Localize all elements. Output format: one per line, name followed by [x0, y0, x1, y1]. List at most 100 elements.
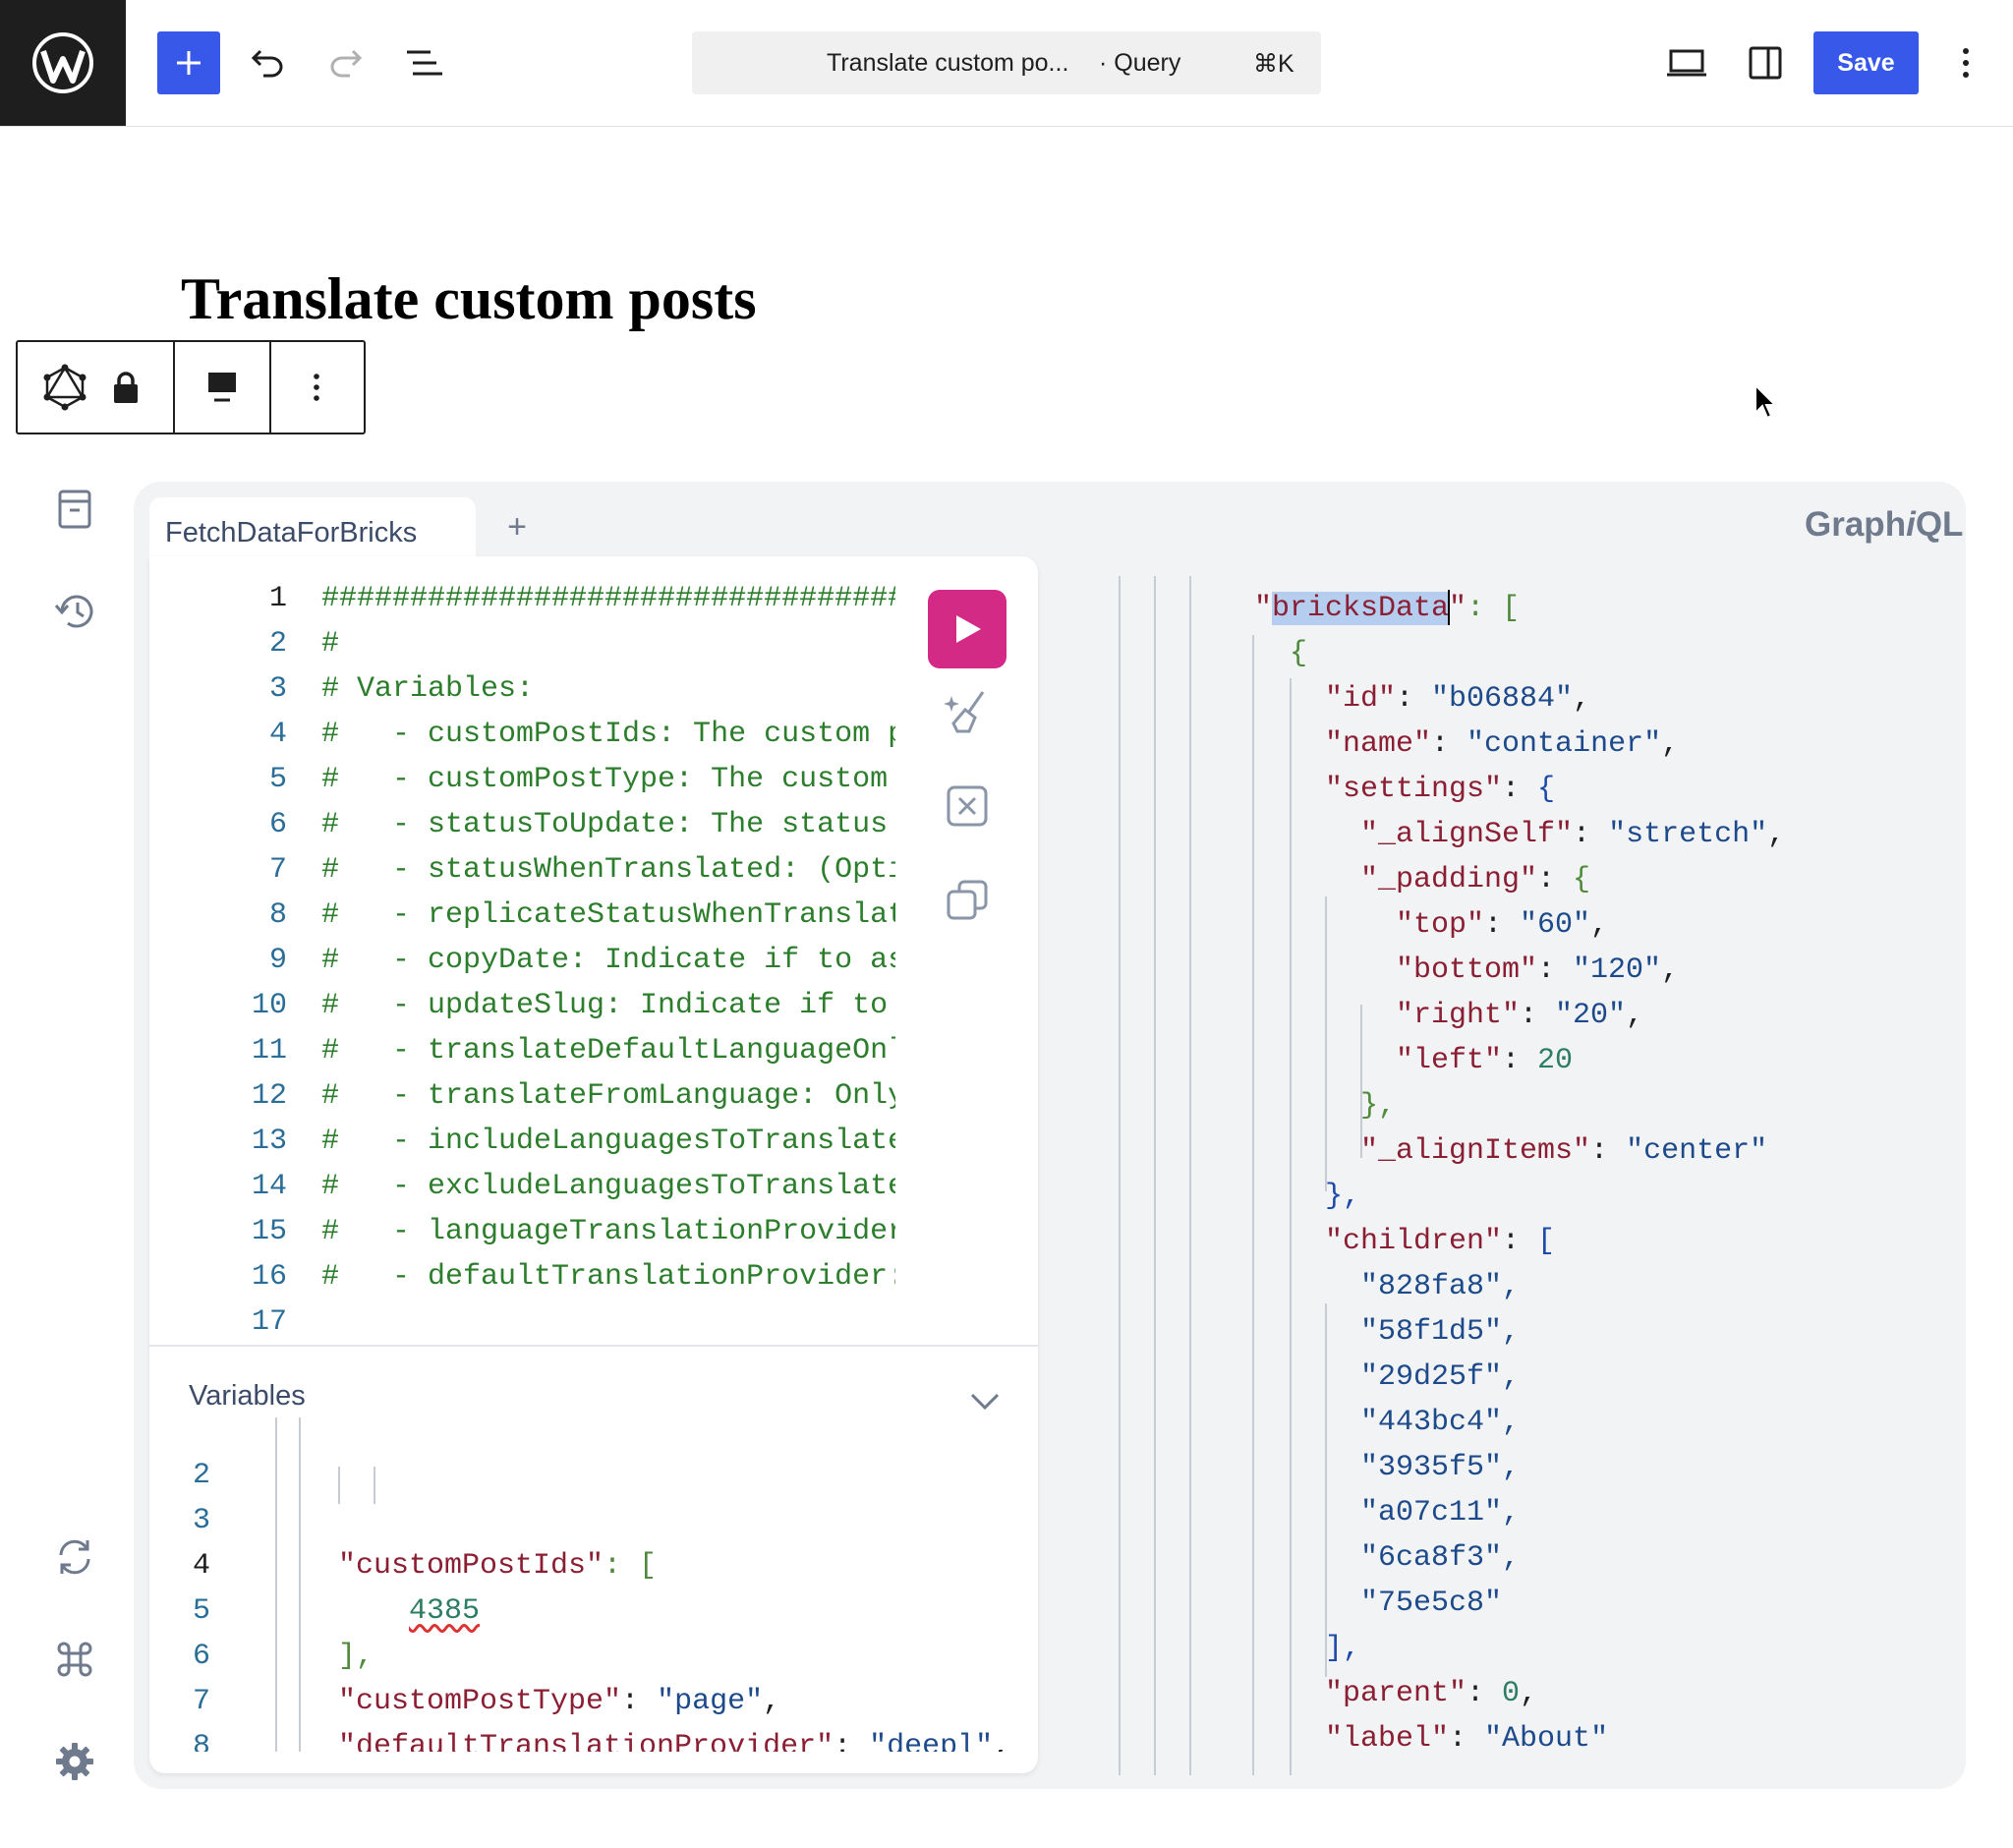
- indent-guide: [299, 1417, 301, 1752]
- code-comment: # - defaultTranslationProvider:: [321, 1260, 895, 1294]
- refresh-icon: [59, 1539, 90, 1575]
- page-title[interactable]: Translate custom posts: [181, 265, 757, 333]
- json-line: "a07c11",: [1360, 1490, 1520, 1535]
- variables-tab[interactable]: Variables: [189, 1380, 306, 1413]
- json-line: "parent": 0,: [1325, 1677, 1538, 1710]
- line-number: 1: [268, 582, 287, 615]
- json-line: "id": "b06884",: [1325, 682, 1591, 716]
- align-icon: [208, 373, 236, 402]
- child-id: "828fa8",: [1360, 1270, 1521, 1303]
- json-line: "6ca8f3",: [1360, 1535, 1520, 1581]
- code-comment: # Variables:: [321, 672, 535, 706]
- result-viewer[interactable]: "bricksData": [ { "id": "b06884", "name"…: [1117, 556, 1952, 1775]
- document-overview-button[interactable]: [393, 31, 456, 94]
- block-options-button[interactable]: [293, 364, 340, 411]
- child-id: "29d25f",: [1360, 1360, 1521, 1394]
- undo-icon: [251, 49, 283, 78]
- indent-guide: [338, 1467, 340, 1504]
- code-comment: # - statusToUpdate: The status: [321, 808, 895, 841]
- line-number: 4: [268, 718, 287, 751]
- editor-tools-divider: [149, 1345, 1038, 1347]
- graphiql-settings-button[interactable]: [51, 1738, 98, 1785]
- json-line: "right": "20",: [1396, 999, 1644, 1032]
- line-number: 3: [268, 672, 287, 706]
- code-line: 8: [193, 1730, 211, 1752]
- redo-button[interactable]: [315, 31, 377, 94]
- options-menu-button[interactable]: [1934, 31, 1997, 94]
- command-palette-bar[interactable]: Translate custom po... · Query ⌘K: [692, 31, 1321, 94]
- json-line: },: [1325, 1180, 1361, 1213]
- line-number: 8: [268, 898, 287, 932]
- indent-guide: [1325, 1303, 1327, 1677]
- line-number: 14: [251, 1170, 287, 1203]
- query-editor[interactable]: 1 ###################################### 2…: [149, 576, 896, 1343]
- line-number: 11: [251, 1034, 287, 1068]
- gear-icon: [56, 1743, 93, 1780]
- prettify-button[interactable]: [944, 688, 991, 735]
- execute-query-button[interactable]: [928, 590, 1006, 668]
- refetch-schema-button[interactable]: [51, 1533, 98, 1581]
- redo-icon: [330, 49, 363, 78]
- vertical-ellipsis-icon: [1963, 48, 1969, 78]
- json-line: "settings": {: [1325, 773, 1556, 806]
- lock-icon[interactable]: [102, 364, 149, 411]
- vertical-ellipsis-icon: [314, 374, 319, 401]
- json-line: ],: [1325, 1632, 1361, 1665]
- json-line: },: [1360, 1089, 1397, 1123]
- play-icon: [956, 615, 981, 643]
- list-view-icon: [407, 50, 442, 76]
- indent-guide: [1119, 576, 1121, 1775]
- toolbar-divider: [269, 342, 271, 433]
- line-number: 13: [251, 1125, 287, 1158]
- code-comment: # - customPostType: The custom: [321, 763, 895, 796]
- keyboard-shortcuts-button[interactable]: [51, 1636, 98, 1683]
- save-button[interactable]: Save: [1813, 31, 1919, 94]
- sidebar-toggle-icon: [1749, 46, 1782, 80]
- command-bar-title: Translate custom po...: [827, 49, 1069, 77]
- code-comment: ######################################: [321, 582, 895, 615]
- copy-query-button[interactable]: [944, 877, 991, 924]
- history-button[interactable]: [51, 588, 98, 635]
- code-line: 3 "customPostIds": [: [193, 1504, 658, 1583]
- code-comment: # - copyDate: Indicate if to as: [321, 944, 895, 977]
- query-editor-panel: 1 ###################################### 2…: [149, 556, 1038, 1773]
- undo-button[interactable]: [236, 31, 299, 94]
- plus-icon: [177, 51, 201, 75]
- add-block-button[interactable]: [157, 31, 220, 94]
- indent-guide: [1325, 896, 1327, 1191]
- add-tab-button[interactable]: +: [497, 507, 537, 547]
- json-line: "_padding": {: [1360, 863, 1591, 896]
- json-line: "top": "60",: [1396, 908, 1609, 942]
- prettify-icon: [944, 691, 985, 733]
- code-comment: # - customPostIds: The custom p: [321, 718, 895, 751]
- json-line: "label": "About": [1325, 1722, 1609, 1756]
- desktop-preview-icon: [1667, 49, 1706, 77]
- wordpress-logo-icon[interactable]: [0, 0, 126, 126]
- alignment-button[interactable]: [199, 364, 246, 411]
- indent-guide: [1290, 678, 1292, 1775]
- code-line: 5 ],: [193, 1594, 374, 1673]
- json-line: {: [1290, 637, 1308, 670]
- code-line: 2: [193, 1459, 211, 1492]
- preview-button[interactable]: [1655, 31, 1718, 94]
- code-comment: # - translateDefaultLanguageOnl: [321, 1034, 895, 1068]
- merge-fragments-button[interactable]: [944, 782, 991, 830]
- graphql-block-icon[interactable]: [41, 364, 88, 411]
- variables-editor[interactable]: 2 3 "customPostIds": [ 4 4385 5 ], 6 "cu…: [149, 1417, 1038, 1752]
- persisted-queries-button[interactable]: [51, 486, 98, 533]
- line-number: 6: [268, 808, 287, 841]
- command-bar-shortcut: ⌘K: [1253, 50, 1294, 78]
- toggle-editor-tools-button[interactable]: [965, 1382, 1005, 1421]
- line-number: 15: [251, 1215, 287, 1248]
- graphiql-container: FetchDataForBricks + GraphiQL 1 #########…: [134, 482, 1966, 1789]
- command-key-icon: [57, 1642, 92, 1677]
- indent-guide: [1154, 576, 1156, 1775]
- mouse-pointer-icon: [1754, 383, 1777, 420]
- json-line: "left": 20: [1396, 1044, 1574, 1077]
- code-comment: # - includeLanguagesToTranslate: [321, 1125, 895, 1158]
- json-line: "bottom": "120",: [1396, 953, 1680, 987]
- child-id: "a07c11",: [1360, 1496, 1521, 1530]
- settings-sidebar-button[interactable]: [1734, 31, 1797, 94]
- indent-guide: [1189, 576, 1191, 1775]
- child-id: "75e5c8": [1360, 1587, 1503, 1620]
